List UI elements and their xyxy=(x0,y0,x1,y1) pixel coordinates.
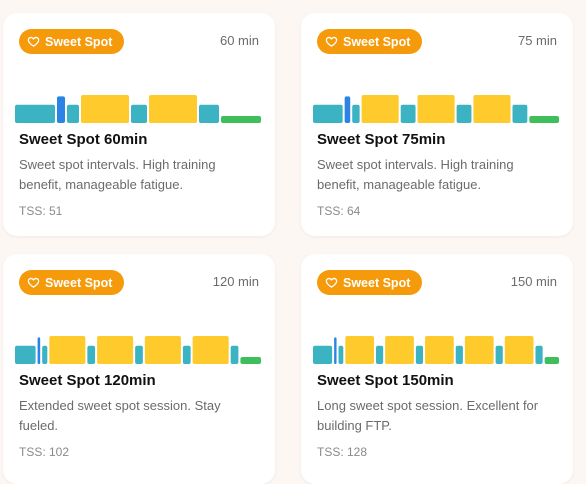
interval-segment-burst xyxy=(37,337,41,364)
interval-segment-burst xyxy=(334,337,337,364)
badge-label: Sweet Spot xyxy=(343,275,411,290)
heart-outline-icon xyxy=(27,276,40,289)
workout-description: Sweet spot intervals. High training bene… xyxy=(19,157,216,192)
workout-title: Sweet Spot 150min xyxy=(317,372,454,389)
interval-segment-sweet-spot xyxy=(473,95,511,123)
workout-title: Sweet Spot 75min xyxy=(317,131,446,148)
category-badge: Sweet Spot xyxy=(19,270,125,295)
interval-segment-recovery xyxy=(456,104,472,123)
category-badge: Sweet Spot xyxy=(19,29,125,54)
workout-card[interactable]: Sweet Spot 75 min Sweet Spot 75min Sweet… xyxy=(301,13,573,236)
interval-segment-recovery xyxy=(15,345,36,364)
interval-segment-recovery xyxy=(352,104,360,123)
interval-segment-recovery xyxy=(512,104,528,123)
interval-segment-sweet-spot xyxy=(464,336,494,364)
workout-tss: TSS: 51 xyxy=(19,204,63,218)
workout-profile-chart xyxy=(313,336,559,364)
interval-segment-burst xyxy=(344,96,351,123)
interval-segment-recovery xyxy=(535,345,543,364)
interval-segment-recovery xyxy=(87,345,96,364)
category-badge: Sweet Spot xyxy=(317,270,423,295)
workout-card[interactable]: Sweet Spot 120 min Sweet Spot 120min Ext… xyxy=(3,254,275,484)
interval-segment-recovery xyxy=(415,345,424,364)
workout-description: Long sweet spot session. Excellent for b… xyxy=(317,398,539,433)
interval-segment-sweet-spot xyxy=(504,336,534,364)
workout-title: Sweet Spot 60min xyxy=(19,131,148,148)
interval-segment-recovery xyxy=(338,345,344,364)
interval-segment-recovery xyxy=(182,345,191,364)
workout-card[interactable]: Sweet Spot 150 min Sweet Spot 150min Lon… xyxy=(301,254,573,484)
workout-tss: TSS: 64 xyxy=(317,204,361,218)
workout-duration: 75 min xyxy=(517,33,557,48)
interval-segment-recovery xyxy=(67,104,79,123)
interval-segment-sweet-spot xyxy=(425,336,454,364)
interval-segment-recovery xyxy=(495,345,503,364)
interval-segment-sweet-spot xyxy=(144,336,181,364)
interval-segment-sweet-spot xyxy=(149,95,197,123)
workout-profile-chart xyxy=(313,95,559,123)
interval-segment-sweet-spot xyxy=(417,95,455,123)
interval-segment-recovery xyxy=(42,345,48,364)
interval-segment-cooldown xyxy=(529,116,559,123)
interval-segment-cooldown xyxy=(221,116,261,123)
category-badge: Sweet Spot xyxy=(317,29,423,54)
interval-segment-sweet-spot xyxy=(385,336,414,364)
interval-segment-recovery xyxy=(230,345,239,364)
badge-label: Sweet Spot xyxy=(45,34,113,49)
interval-segment-recovery xyxy=(455,345,463,364)
workout-tss: TSS: 102 xyxy=(19,445,70,459)
workout-description: Extended sweet spot session. Stay fueled… xyxy=(19,398,221,433)
interval-segment-recovery xyxy=(199,104,219,123)
workout-profile-chart xyxy=(15,336,261,364)
workout-profile-chart xyxy=(15,95,261,123)
interval-segment-cooldown xyxy=(544,357,559,364)
badge-label: Sweet Spot xyxy=(45,275,113,290)
interval-segment-recovery xyxy=(313,345,333,364)
interval-segment-recovery xyxy=(135,345,143,364)
workout-card[interactable]: Sweet Spot 60 min Sweet Spot 60min Sweet… xyxy=(3,13,275,236)
heart-outline-icon xyxy=(325,276,338,289)
interval-segment-sweet-spot xyxy=(361,95,399,123)
workout-duration: 150 min xyxy=(510,274,557,289)
interval-segment-recovery xyxy=(15,104,55,123)
interval-segment-sweet-spot xyxy=(49,336,86,364)
interval-segment-burst xyxy=(57,96,65,123)
workout-tss: TSS: 128 xyxy=(317,445,368,459)
workout-description: Sweet spot intervals. High training bene… xyxy=(317,157,514,192)
interval-segment-sweet-spot xyxy=(97,336,134,364)
interval-segment-recovery xyxy=(131,104,147,123)
heart-outline-icon xyxy=(27,35,40,48)
interval-segment-recovery xyxy=(376,345,384,364)
workout-title: Sweet Spot 120min xyxy=(19,372,156,389)
interval-segment-sweet-spot xyxy=(345,336,374,364)
interval-segment-sweet-spot xyxy=(192,336,229,364)
interval-segment-recovery xyxy=(313,104,343,123)
workout-duration: 60 min xyxy=(219,33,259,48)
workout-duration: 120 min xyxy=(212,274,259,289)
interval-segment-cooldown xyxy=(240,357,261,364)
interval-segment-recovery xyxy=(400,104,416,123)
interval-segment-sweet-spot xyxy=(81,95,129,123)
heart-outline-icon xyxy=(325,35,338,48)
badge-label: Sweet Spot xyxy=(343,34,411,49)
